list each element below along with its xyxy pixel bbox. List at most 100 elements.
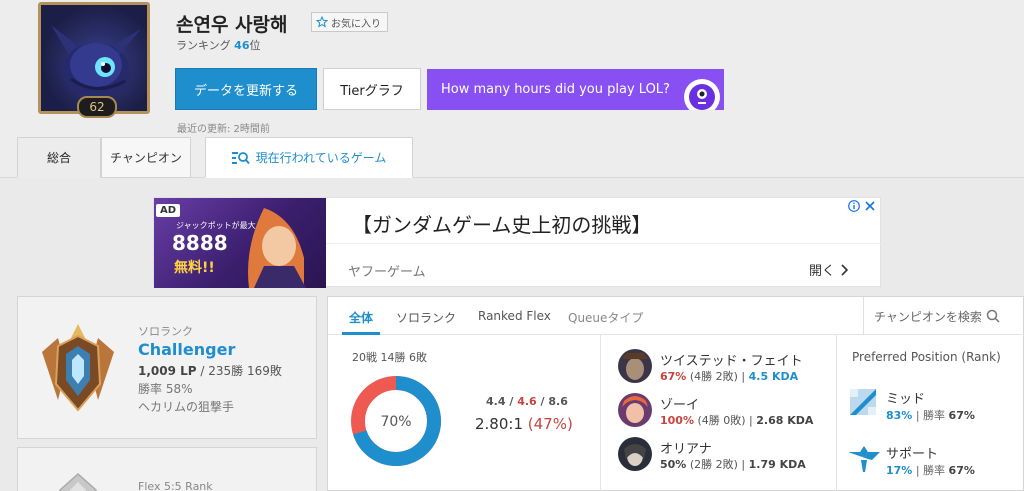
ad-image[interactable]: ジャックポットが最大 8888 無料!! AD (154, 198, 326, 288)
stats-tab-flex[interactable]: Ranked Flex (478, 309, 551, 323)
position-winrate: 67% (948, 464, 975, 477)
stats-tab-solo[interactable]: ソロランク (396, 309, 456, 326)
play-hours-promo-button[interactable]: How many hours did you play LOL? (427, 69, 724, 110)
win-loss-record: / 235勝 169敗 (196, 364, 282, 378)
kill-participation: (47%) (527, 415, 573, 433)
flex-rank-box: Flex 5:5 Rank (17, 447, 317, 491)
position-share: 83% (886, 409, 913, 422)
level-badge: 62 (77, 96, 117, 118)
champion-winrate: 100% (660, 414, 694, 427)
ad-choices[interactable] (848, 200, 876, 212)
tier-graph-button[interactable]: Tierグラフ (323, 68, 421, 110)
profile-header: 62 손연우 사랑해 お気に入り ランキング 46位 データを更新する Tier… (0, 0, 1024, 178)
mid-lane-icon (850, 389, 876, 415)
position-row: サポート 17% | 勝率 67% (848, 442, 1018, 480)
champion-name: ゾーイ (660, 398, 700, 413)
stats-tab-queue-type[interactable]: Queueタイプ (568, 309, 643, 326)
champion-winrate: 67% (660, 370, 687, 383)
champion-row[interactable]: ゾーイ 100% (4勝 0敗) | 2.68 KDA (618, 393, 828, 429)
ad-source: ヤフーゲーム (348, 265, 426, 280)
ad-headline[interactable]: 【ガンダムゲーム史上初の挑戦】 (352, 209, 651, 238)
rank-queue-label: ソロランク (138, 325, 193, 338)
orianna-icon (618, 437, 652, 471)
solo-rank-box: ソロランク Challenger 1,009 LP / 235勝 169敗 勝率… (17, 296, 317, 439)
ad-divider (326, 243, 881, 244)
position-stats: 83% | 勝率 67% (886, 409, 975, 422)
ad-open-button[interactable]: 開く (809, 260, 849, 279)
champion-stats: 67% (4勝 2敗) | 4.5 KDA (660, 370, 799, 383)
position-stats: 17% | 勝率 67% (886, 464, 975, 477)
ranking[interactable]: ランキング 46位 (176, 37, 260, 53)
lp-value: 1,009 LP (138, 364, 197, 378)
ranking-suffix: 位 (249, 39, 261, 52)
twisted-fate-icon (618, 349, 652, 383)
champion-row[interactable]: ツイステッド・フェイト 67% (4勝 2敗) | 4.5 KDA (618, 349, 828, 385)
zoe-icon (618, 393, 652, 427)
position-winrate: 67% (948, 409, 975, 422)
champion-row[interactable]: オリアナ 50% (2勝 2敗) | 1.79 KDA (618, 437, 828, 473)
advertisement[interactable]: ジャックポットが最大 8888 無料!! AD 【ガンダムゲーム史上初の挑戦】 … (153, 197, 881, 288)
tab-live-game[interactable]: 現在行われているゲーム (205, 137, 413, 178)
ad-badge: AD (156, 204, 181, 217)
champion-kda: 1.79 KDA (748, 458, 806, 471)
ranking-label: ランキング (176, 39, 231, 52)
champion-record: (2勝 2敗) (689, 458, 738, 471)
active-tab-indicator (342, 332, 380, 335)
avg-assists: 8.6 (548, 395, 568, 408)
kda-ratio-value: 2.80:1 (475, 415, 523, 433)
ad-image-text-1: ジャックポットが最大 (176, 220, 256, 230)
position-row: ミッド 83% | 勝率 67% (848, 387, 1018, 425)
last-update: 最近の更新: 2時間前 (177, 124, 270, 135)
recent-games-stats: 全体 ソロランク Ranked Flex Queueタイプ チャンピオンを検索 … (327, 296, 1024, 491)
position-share: 17% (886, 464, 913, 477)
position-name: サポート (886, 447, 939, 462)
rank-winrate: 勝率 58% (138, 382, 193, 396)
champion-stats: 100% (4勝 0敗) | 2.68 KDA (660, 414, 814, 427)
donut-winrate-label: 70% (380, 414, 411, 430)
favorite-label: お気に入り (331, 18, 381, 30)
rank-tier: Challenger (138, 340, 236, 359)
average-kda: 4.4 / 4.6 / 8.6 (486, 395, 568, 408)
champion-stats: 50% (2勝 2敗) | 1.79 KDA (660, 458, 806, 471)
ad-image-text-2: 8888 (172, 231, 228, 255)
champion-record: (4勝 0敗) (697, 414, 746, 427)
champion-search-placeholder: チャンピオンを検索 (874, 309, 982, 324)
ranking-value: 46 (234, 39, 250, 52)
mascot-icon (684, 79, 720, 110)
divider (600, 335, 601, 491)
stats-tab-all[interactable]: 全体 (349, 309, 373, 326)
avg-kills: 4.4 (486, 395, 506, 408)
champion-name: ツイステッド・フェイト (660, 354, 803, 369)
champion-record: (4勝 2敗) (689, 370, 738, 383)
info-icon[interactable] (848, 200, 860, 212)
tab-overview[interactable]: 総合 (17, 137, 101, 178)
update-data-button[interactable]: データを更新する (175, 68, 317, 110)
champion-search-input[interactable]: チャンピオンを検索 (863, 297, 1024, 335)
summoner-name: 손연우 사랑해 (176, 14, 288, 36)
avg-deaths: 4.6 (517, 395, 537, 408)
position-name: ミッド (886, 392, 926, 407)
tab-live-game-label: 現在行われているゲーム (255, 151, 387, 165)
close-icon[interactable] (864, 200, 876, 212)
preferred-position-title: Preferred Position (Rank) (852, 350, 1001, 364)
flex-queue-label: Flex 5:5 Rank (138, 480, 213, 491)
support-icon (848, 446, 880, 472)
favorite-button[interactable]: お気に入り (311, 12, 388, 32)
chevron-right-icon (841, 263, 849, 276)
position-winrate-label: 勝率 (923, 409, 946, 422)
winrate-donut-chart: 70% (351, 376, 441, 466)
stats-tabs: 全体 ソロランク Ranked Flex Queueタイプ チャンピオンを検索 (328, 297, 1024, 335)
champion-winrate: 50% (660, 458, 687, 471)
tab-champion[interactable]: チャンピオン (101, 137, 191, 178)
position-winrate-label: 勝率 (923, 464, 946, 477)
divider (836, 335, 837, 491)
search-icon[interactable] (986, 309, 1000, 323)
unranked-emblem-icon (59, 472, 97, 491)
live-game-search-icon (231, 151, 250, 164)
rank-title: ヘカリムの狙撃手 (138, 400, 235, 414)
champion-name: オリアナ (660, 442, 712, 457)
star-icon (316, 16, 328, 28)
games-summary: 20戦 14勝 6敗 (352, 351, 427, 364)
kda-ratio: 2.80:1 (47%) (475, 415, 573, 433)
ad-image-text-3: 無料!! (174, 259, 215, 276)
